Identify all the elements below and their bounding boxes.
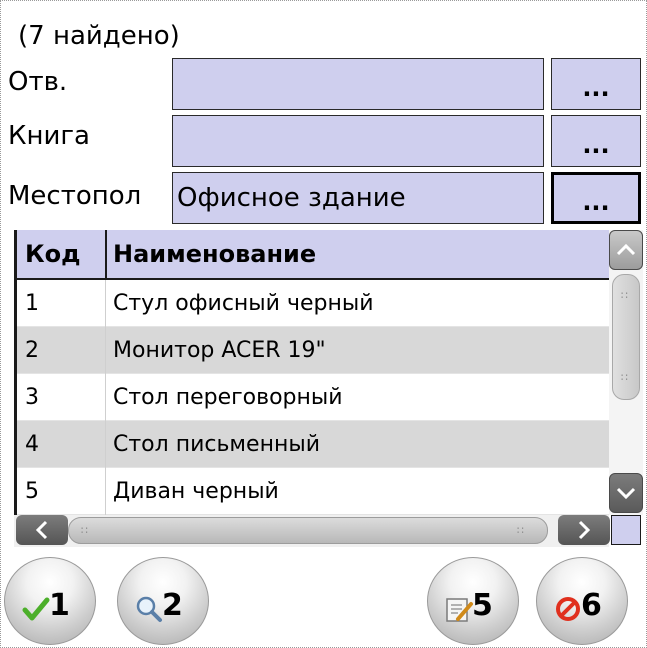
vertical-scroll-thumb[interactable]: ∷ ∷ <box>612 274 640 400</box>
scroll-down-button[interactable] <box>609 473 643 513</box>
scroll-left-button[interactable] <box>16 515 68 545</box>
chevron-left-icon <box>35 520 48 540</box>
cell-code: 2 <box>25 338 39 363</box>
cell-code: 1 <box>25 291 39 316</box>
grip-icon: ∷ <box>621 289 629 302</box>
grid-rows: 1 Стул офисный черный 2 Монитор ACER 19"… <box>17 280 609 515</box>
header-code[interactable]: Код <box>25 230 81 278</box>
cell-code: 4 <box>25 432 39 457</box>
vertical-scrollbar[interactable]: ∷ ∷ <box>609 230 643 515</box>
items-grid: Код Наименование 1 Стул офисный черный 2… <box>14 230 609 515</box>
cell-separator <box>105 374 106 421</box>
resp-browse-button[interactable]: ... <box>551 58 641 110</box>
header-separator <box>105 230 107 280</box>
search-button-2[interactable]: 2 <box>117 557 209 645</box>
chevron-right-icon <box>578 520 591 540</box>
confirm-button-1[interactable]: 1 <box>4 557 96 645</box>
grip-icon: ∷ <box>621 371 629 384</box>
location-browse-button[interactable]: ... <box>551 172 641 224</box>
cell-separator <box>105 468 106 515</box>
header-name[interactable]: Наименование <box>113 230 316 278</box>
scroll-right-button[interactable] <box>558 515 610 545</box>
table-row[interactable]: 4 Стол письменный <box>17 421 609 468</box>
button-number: 6 <box>581 588 602 623</box>
cell-code: 3 <box>25 385 39 410</box>
book-field[interactable] <box>172 115 544 167</box>
cell-separator <box>105 280 106 327</box>
button-number: 2 <box>162 588 183 623</box>
grid-header: Код Наименование <box>17 230 609 280</box>
cancel-button-6[interactable]: 6 <box>536 557 628 645</box>
cell-name: Диван черный <box>113 479 279 504</box>
scroll-up-button[interactable] <box>609 230 643 270</box>
table-row[interactable]: 2 Монитор ACER 19" <box>17 327 609 374</box>
table-row[interactable]: 1 Стул офисный черный <box>17 280 609 327</box>
book-label: Книга <box>8 121 90 151</box>
cell-code: 5 <box>25 479 39 504</box>
resp-field[interactable] <box>172 58 544 110</box>
grip-icon: ∷ <box>517 524 525 537</box>
horizontal-scroll-thumb[interactable]: ∷ ∷ <box>68 517 548 544</box>
button-number: 5 <box>472 588 493 623</box>
grip-icon: ∷ <box>81 524 89 537</box>
edit-button-5[interactable]: 5 <box>427 557 519 645</box>
location-label: Местопол <box>8 181 142 211</box>
chevron-down-icon <box>616 487 636 500</box>
scroll-corner <box>611 515 641 545</box>
table-row[interactable]: 3 Стол переговорный <box>17 374 609 421</box>
found-count: (7 найдено) <box>18 21 180 51</box>
cell-separator <box>105 327 106 374</box>
book-browse-button[interactable]: ... <box>551 115 641 167</box>
magnifier-icon <box>136 596 162 622</box>
cell-name: Стул офисный черный <box>113 291 374 316</box>
resp-label: Отв. <box>8 67 68 97</box>
cell-name: Стол письменный <box>113 432 321 457</box>
horizontal-scrollbar[interactable]: ∷ ∷ <box>14 515 610 547</box>
cancel-icon <box>556 597 580 621</box>
chevron-up-icon <box>616 243 636 256</box>
cell-name: Стол переговорный <box>113 385 343 410</box>
location-field[interactable]: Офисное здание <box>172 172 544 224</box>
checkmark-icon <box>22 597 50 621</box>
button-number: 1 <box>49 588 70 623</box>
table-row[interactable]: 5 Диван черный <box>17 468 609 515</box>
edit-document-icon <box>446 598 473 622</box>
cell-name: Монитор ACER 19" <box>113 338 326 363</box>
cell-separator <box>105 421 106 468</box>
